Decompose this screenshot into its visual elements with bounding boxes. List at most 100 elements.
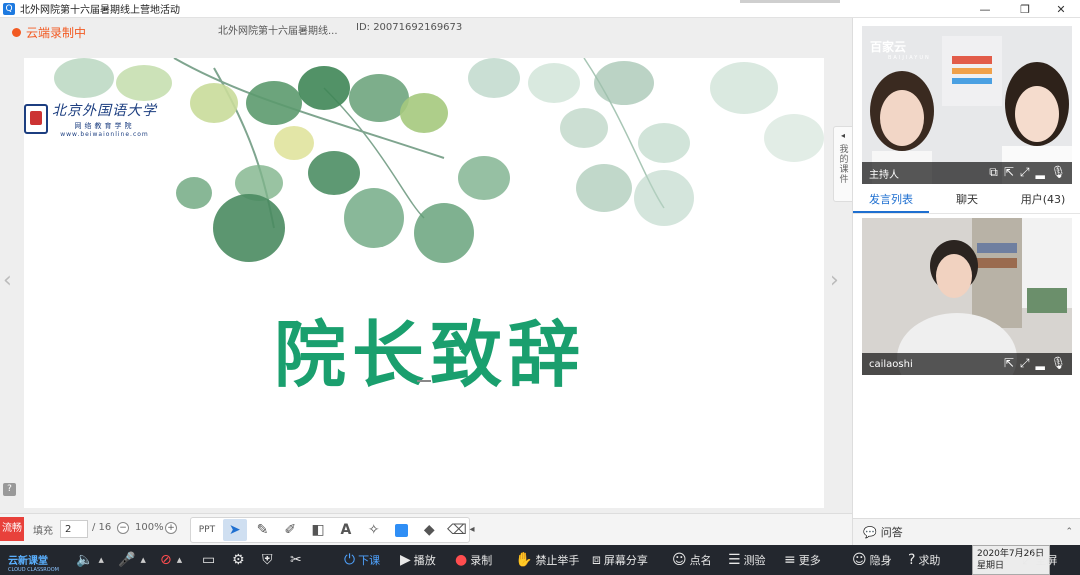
logo-url-text: www.beiwaionline.com xyxy=(60,131,149,138)
speaker-tabs: 发言列表 聊天 用户(43) xyxy=(853,188,1080,214)
stats-button[interactable]: ▭ xyxy=(202,545,218,575)
ppt-tool-icon[interactable]: PPT xyxy=(195,519,219,541)
speaker-icon: 🔈 xyxy=(76,552,94,568)
speaker-name: cailaoshi xyxy=(869,358,913,370)
speaker-volume-button[interactable]: 🔈 ▲ xyxy=(76,545,104,575)
pen-tool-icon[interactable]: ✎ xyxy=(251,519,275,541)
help-icon[interactable]: ? xyxy=(3,483,16,496)
scissors-icon: ✂ xyxy=(290,552,302,568)
baijiayun-logo: 百家云 BAIJIAYUN xyxy=(870,40,931,61)
screen-share-button[interactable]: ⧈ 屏幕分享 xyxy=(592,545,648,575)
more-button[interactable]: ≡ 更多 xyxy=(784,545,821,575)
qa-bar[interactable]: 💬 问答 ⌃ xyxy=(853,518,1080,545)
page-total: / 16 xyxy=(92,522,112,533)
shield-icon: ⛨ xyxy=(262,552,273,568)
network-quality-badge[interactable]: 流畅 xyxy=(0,517,24,541)
maximize-button[interactable]: ❐ xyxy=(1008,0,1042,18)
gear-icon: ⚙ xyxy=(232,552,245,568)
fill-label: 填充 xyxy=(33,526,53,537)
app-window: Q 北外网院第十六届暑期线上营地活动 — ❐ ✕ 云端录制中 北外网院第十六届暑… xyxy=(0,0,1080,575)
tab-users[interactable]: 用户(43) xyxy=(1005,188,1080,213)
quiz-button[interactable]: ☰ 测验 xyxy=(728,545,766,575)
security-button[interactable]: ⛨ xyxy=(262,545,276,575)
university-seal-icon xyxy=(24,104,48,134)
presentation-slide[interactable]: 北京外国语大学 网络教育学院 www.beiwaionline.com 院长致辞 xyxy=(24,58,824,508)
cursor-tool-icon[interactable]: ➤ xyxy=(222,519,247,541)
signal-icon: ▂ xyxy=(1035,356,1045,370)
title-bar: Q 北外网院第十六届暑期线上营地活动 — ❐ ✕ xyxy=(0,0,1080,18)
help-request-button[interactable]: ? 求助 xyxy=(908,545,940,575)
close-button[interactable]: ✕ xyxy=(1044,0,1078,18)
my-courseware-tab[interactable]: ◂ 我的课件 xyxy=(833,126,852,202)
logo-sub-text: 网络教育学院 xyxy=(74,122,135,130)
right-panel: 百家云 BAIJIAYUN 主持人 ⧉ ⇱ ⤢ ▂ 🎙 发言列表 聊天 用户(4… xyxy=(852,18,1080,545)
slide-divider xyxy=(417,380,431,382)
mic-muted-icon[interactable]: 🎙 xyxy=(1051,165,1066,180)
fullscreen-video-icon[interactable]: ⤢ xyxy=(1020,165,1030,180)
record-icon: ● xyxy=(455,552,468,568)
mic-off-icon: 🎤 xyxy=(118,552,136,568)
next-slide-icon[interactable]: › xyxy=(830,268,839,293)
university-logo: 北京外国语大学 网络教育学院 www.beiwaionline.com xyxy=(24,100,157,138)
record-button[interactable]: ● 录制 xyxy=(455,545,492,575)
logo-main-text: 北京外国语大学 xyxy=(52,103,157,119)
slide-heading: 院长致辞 xyxy=(274,313,587,397)
screenshot-button[interactable]: ✂ xyxy=(290,545,305,575)
zoom-out-button[interactable]: − xyxy=(117,522,129,534)
host-name: 主持人 xyxy=(869,169,899,181)
whiteboard-toolbar: 流畅 填充 / 16 − 100% + PPT ➤ ✎ ✐ ◧ A ✧ ◆ ⌫ xyxy=(0,513,852,545)
menu-icon: ≡ xyxy=(784,552,796,568)
roll-call-button[interactable]: ☺ 点名 xyxy=(672,545,712,575)
color-picker-icon[interactable] xyxy=(390,519,414,541)
tab-chat[interactable]: 聊天 xyxy=(929,188,1005,213)
zoom-in-button[interactable]: + xyxy=(165,522,177,534)
marker-tool-icon[interactable]: ✐ xyxy=(278,519,302,541)
popout-icon[interactable]: ⇱ xyxy=(1004,165,1014,180)
quiz-icon: ☰ xyxy=(728,552,741,568)
layout-switch-icon[interactable]: ⧉ xyxy=(989,165,998,180)
collapse-toolbar-icon[interactable]: ◂ xyxy=(462,513,482,545)
mic-icon[interactable]: 🎙 xyxy=(1051,356,1066,371)
end-class-button[interactable]: ⏻ 下课 xyxy=(344,545,380,575)
title-tab-strip xyxy=(740,0,840,3)
tab-speaker-list[interactable]: 发言列表 xyxy=(853,188,929,213)
camera-off-icon: ⊘ xyxy=(160,552,172,568)
prev-slide-icon[interactable]: ‹ xyxy=(3,268,12,293)
recording-status: 云端录制中 xyxy=(26,26,87,40)
expand-qa-icon[interactable]: ⌃ xyxy=(1065,527,1073,537)
speaker-video[interactable]: cailaoshi ⇱ ⤢ ▂ 🎙 xyxy=(862,218,1072,375)
eraser-tool-icon[interactable]: ◆ xyxy=(417,519,441,541)
screen-share-icon: ⧈ xyxy=(592,552,601,568)
power-icon: ⏻ xyxy=(344,552,356,568)
text-tool-icon[interactable]: A xyxy=(334,519,358,541)
microphone-button[interactable]: 🎤 ▲ xyxy=(118,545,146,575)
zoom-level: 100% xyxy=(135,522,164,533)
shape-tool-icon[interactable]: ◧ xyxy=(306,519,330,541)
laser-pointer-icon[interactable]: ✧ xyxy=(362,519,386,541)
help-circle-icon: ? xyxy=(908,552,916,568)
camera-button[interactable]: ⊘ ▲ xyxy=(160,545,182,575)
settings-button[interactable]: ⚙ xyxy=(232,545,248,575)
app-logo-icon: Q xyxy=(3,2,15,15)
fullscreen-button[interactable]: ⤢ 全屏 xyxy=(1022,545,1057,575)
hide-button[interactable]: ☺ 隐身 xyxy=(852,545,892,575)
control-bar: 云新课堂 CLOUD CLASSROOM 🔈 ▲ 🎤 ▲ ⊘ ▲ ▭ ⚙ ⛨ ✂ ⏻ 下… xyxy=(0,545,1080,575)
popout-icon[interactable]: ⇱ xyxy=(1004,356,1014,371)
ban-hands-button[interactable]: ✋ 禁止举手 xyxy=(515,545,579,575)
play-button[interactable]: ▶ 播放 xyxy=(400,545,436,575)
host-video-bar: 主持人 ⧉ ⇱ ⤢ ▂ 🎙 xyxy=(862,162,1072,184)
courseware-tab-label: 我的课件 xyxy=(837,144,848,184)
speaker-video-bar: cailaoshi ⇱ ⤢ ▂ 🎙 xyxy=(862,353,1072,375)
page-number-input[interactable] xyxy=(60,520,88,538)
cloud-classroom-logo: 云新课堂 CLOUD CLASSROOM xyxy=(8,556,59,573)
fullscreen-video-icon[interactable]: ⤢ xyxy=(1020,356,1030,371)
play-icon: ▶ xyxy=(400,552,411,568)
qa-label: 问答 xyxy=(880,526,903,539)
course-id: ID: 20071692169673 xyxy=(356,22,463,33)
minimize-button[interactable]: — xyxy=(968,0,1002,18)
classroom-stage: 云端录制中 北外网院第十六届暑期线... ID: 20071692169673 … xyxy=(0,18,852,513)
person-icon: ☺ xyxy=(672,552,687,568)
host-video[interactable]: 百家云 BAIJIAYUN 主持人 ⧉ ⇱ ⤢ ▂ 🎙 xyxy=(862,26,1072,184)
window-title: 北外网院第十六届暑期线上营地活动 xyxy=(20,5,180,16)
hand-icon: ✋ xyxy=(515,552,533,568)
